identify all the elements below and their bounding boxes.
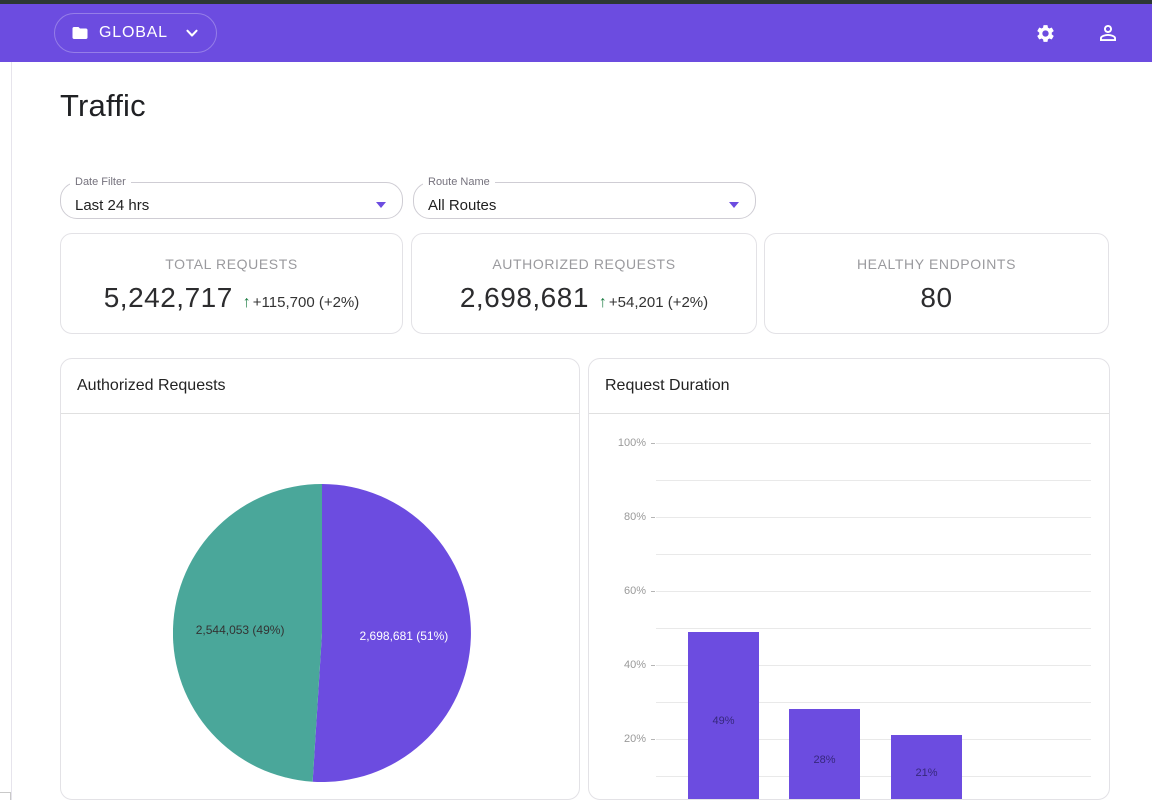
date-filter-value: Last 24 hrs (75, 197, 149, 214)
y-axis-label: 100% (589, 437, 646, 449)
browser-status-corner (0, 792, 11, 800)
stat-label: TOTAL REQUESTS (165, 256, 298, 272)
grid-line (656, 443, 1091, 444)
grid-line (656, 591, 1091, 592)
bar-value-label: 49% (688, 715, 759, 727)
stat-value: 2,698,681 (460, 282, 589, 314)
person-icon (1096, 21, 1120, 45)
stat-card-authorized-requests: AUTHORIZED REQUESTS 2,698,681 ↑+54,201 (… (411, 233, 757, 334)
trend-up-icon: ↑ (243, 294, 251, 311)
gear-icon (1035, 23, 1056, 44)
workspace-selector[interactable]: GLOBAL (54, 13, 217, 53)
grid-line (656, 480, 1091, 481)
stat-delta: ↑+115,700 (+2%) (243, 294, 359, 312)
y-axis-label: 40% (589, 659, 646, 671)
stat-delta: ↑+54,201 (+2%) (599, 294, 708, 312)
chart-title: Authorized Requests (61, 359, 579, 414)
grid-line (656, 517, 1091, 518)
request-duration-chart-card: Request Duration 100% 80% 60% 40% 20% 49% 28% 2… (588, 358, 1110, 800)
app-bar: GLOBAL (0, 4, 1152, 62)
grid-line (656, 628, 1091, 629)
stat-label: AUTHORIZED REQUESTS (492, 256, 675, 272)
chart-title: Request Duration (589, 359, 1109, 414)
bar-chart: 100% 80% 60% 40% 20% 49% 28% 21% (589, 414, 1109, 800)
pie-chart: 2,698,681 (51%) 2,544,053 (49%) (61, 414, 579, 800)
folder-icon (71, 24, 89, 42)
workspace-label: GLOBAL (99, 24, 168, 42)
bar-value-label: 21% (891, 767, 962, 779)
route-name-label: Route Name (423, 176, 495, 188)
route-name-value: All Routes (428, 197, 496, 214)
dropdown-arrow-icon (729, 202, 739, 208)
grid-line (656, 554, 1091, 555)
y-axis-label: 20% (589, 733, 646, 745)
date-filter-select[interactable]: Date Filter Last 24 hrs (60, 176, 403, 219)
y-axis-label: 60% (589, 585, 646, 597)
settings-button[interactable] (1035, 23, 1056, 44)
chevron-down-icon (184, 25, 200, 41)
pie-slice-label: 2,698,681 (51%) (360, 629, 449, 643)
axis-tick (651, 443, 655, 444)
authorized-requests-chart-card: Authorized Requests 2,698,681 (51%) 2,544… (60, 358, 580, 800)
pie-slice-label: 2,544,053 (49%) (196, 623, 285, 637)
y-axis-label: 80% (589, 511, 646, 523)
stat-value: 80 (920, 282, 952, 314)
axis-tick (651, 517, 655, 518)
trend-up-icon: ↑ (599, 294, 607, 311)
dropdown-arrow-icon (376, 202, 386, 208)
account-button[interactable] (1096, 21, 1120, 45)
route-name-select[interactable]: Route Name All Routes (413, 176, 756, 219)
stat-card-healthy-endpoints: HEALTHY ENDPOINTS 80 (764, 233, 1109, 334)
date-filter-label: Date Filter (70, 176, 131, 188)
axis-tick (651, 665, 655, 666)
app-window: GLOBAL Traffic Date Filter Last 24 hrs (0, 0, 1152, 800)
stat-label: HEALTHY ENDPOINTS (857, 256, 1016, 272)
stat-value: 5,242,717 (104, 282, 233, 314)
content-left-border (11, 62, 12, 800)
axis-tick (651, 591, 655, 592)
appbar-actions (1035, 21, 1120, 45)
page-title: Traffic (60, 88, 146, 124)
axis-tick (651, 739, 655, 740)
stat-card-total-requests: TOTAL REQUESTS 5,242,717 ↑+115,700 (+2%) (60, 233, 403, 334)
bar-value-label: 28% (789, 754, 860, 766)
